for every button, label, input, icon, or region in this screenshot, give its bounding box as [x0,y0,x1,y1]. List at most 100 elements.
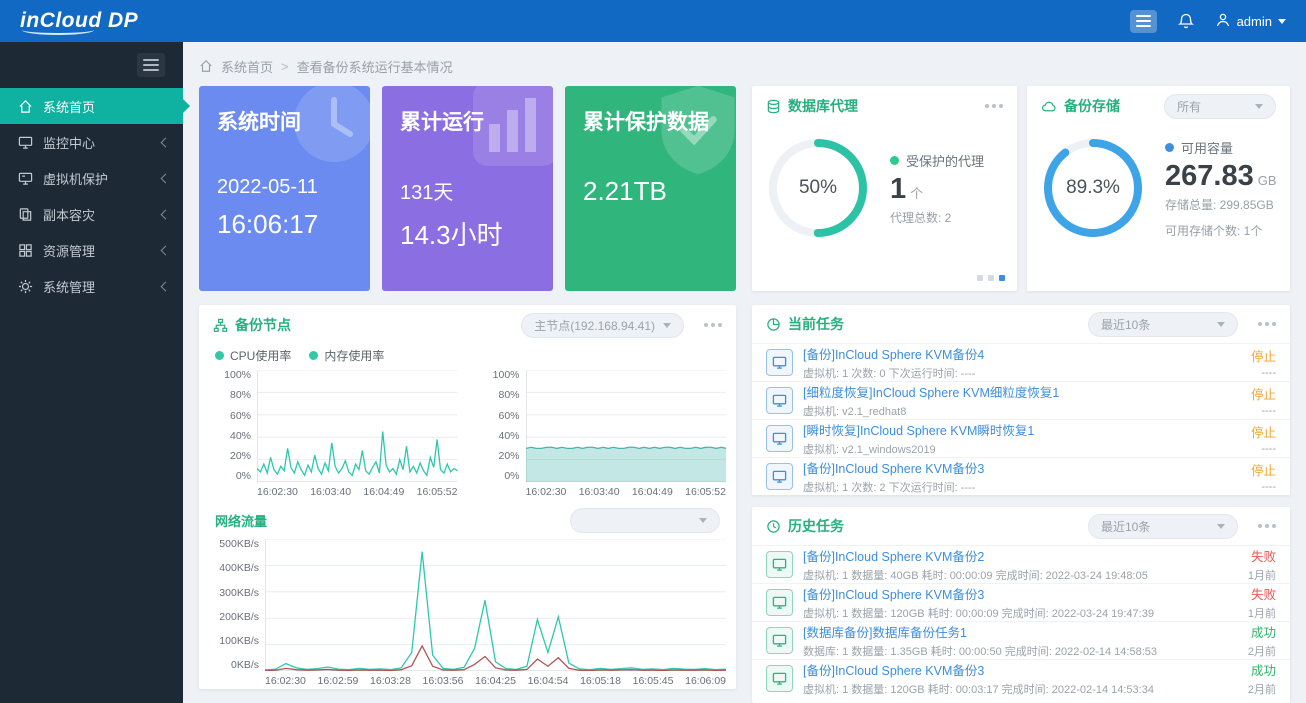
task-status: 成功 [1248,622,1276,641]
vm-monitor-icon [18,171,33,186]
system-clock: 16:06:17 [217,209,352,240]
chevron-down-icon [663,323,671,332]
sidebar-item-replica-dr[interactable]: 副本容灾 [0,196,183,232]
home-icon [199,59,213,73]
cpu-usage-chart: 100%80%60%40%20%0% 16:02:3016:03:4016:04… [199,368,468,498]
uptime-card: 累计运行 131天 14.3小时 [382,86,553,291]
sidebar-collapse-icon[interactable] [137,53,165,77]
task-row[interactable]: [备份]InCloud Sphere KVM备份3 虚拟机: 1 数据量: 12… [752,659,1290,697]
chevron-down-icon [1217,322,1225,331]
breadcrumb-page: 查看备份系统运行基本情况 [297,57,453,76]
task-name-link[interactable]: [备份]InCloud Sphere KVM备份3 [803,458,1243,477]
legend-dot [215,351,224,360]
more-options-icon[interactable] [1258,524,1276,528]
task-status: 失败 [1248,546,1276,565]
history-tasks-filter-select[interactable]: 最近10条 [1088,514,1238,539]
protected-data-size: 2.21TB [583,176,718,207]
breadcrumb: 系统首页 > 查看备份系统运行基本情况 [199,52,1290,80]
current-tasks-filter-select[interactable]: 最近10条 [1088,312,1238,337]
sidebar-item-home[interactable]: 系统首页 [0,88,183,124]
task-detail: 虚拟机: 1 数据量: 120GB 耗时: 00:03:17 完成时间: 202… [803,681,1240,697]
task-status: 成功 [1248,660,1276,679]
agent-donut-chart: 50% [766,136,870,240]
available-capacity: 267.83GB [1165,160,1277,193]
chevron-left-icon [161,173,171,183]
protected-data-card: 累计保护数据 2.21TB [565,86,736,291]
stat-cards: 系统时间 2022-05-11 16:06:17 累计运行 131天 14.3小… [199,86,736,291]
task-status: 失败 [1248,584,1276,603]
vm-task-icon [766,425,793,452]
task-age: 2月前 [1248,643,1276,659]
task-next-run: ---- [1251,367,1276,379]
task-name-link[interactable]: [备份]InCloud Sphere KVM备份3 [803,584,1240,603]
uptime-days: 131天 [400,176,535,205]
db-task-icon [766,627,793,654]
task-age: 1月前 [1248,605,1276,621]
storage-filter-select[interactable]: 所有 [1164,94,1276,119]
task-row[interactable]: [细粒度恢复]InCloud Sphere KVM细粒度恢复1 虚拟机: v2.… [752,381,1290,419]
home-icon [18,99,33,114]
panel-pagination-dots[interactable] [977,275,1005,281]
sidebar-nav: 系统首页 监控中心 虚拟机保护 副本容灾 资源管理 系统管理 [0,88,183,304]
app-logo: inCloud DP [20,9,138,33]
agent-total: 代理总数: 2 [890,209,984,226]
username: admin [1237,14,1272,29]
list-menu-icon[interactable] [1130,10,1157,33]
task-detail: 虚拟机: 1 数据量: 120GB 耗时: 00:00:09 完成时间: 202… [803,605,1240,621]
task-age: 2月前 [1248,681,1276,697]
vm-task-icon [766,551,793,578]
task-row[interactable]: [瞬时恢复]InCloud Sphere KVM瞬时恢复1 虚拟机: v2.1_… [752,419,1290,457]
task-name-link[interactable]: [数据库备份]数据库备份任务1 [803,622,1240,641]
protected-agent-count: 1个 [890,173,984,206]
task-status: 停止 [1251,422,1276,441]
node-select[interactable]: 主节点(192.168.94.41) [521,313,684,338]
notifications-bell-icon[interactable] [1177,12,1195,30]
storage-donut-chart: 89.3% [1041,136,1145,240]
sidebar-item-monitor[interactable]: 监控中心 [0,124,183,160]
task-name-link[interactable]: [细粒度恢复]InCloud Sphere KVM细粒度恢复1 [803,382,1243,401]
legend-dot [890,156,899,165]
legend-dot [309,351,318,360]
gear-icon [18,279,33,294]
task-detail: 虚拟机: 1 次数: 2 下次运行时间: ---- [803,479,1243,495]
more-options-icon[interactable] [985,104,1003,108]
task-row[interactable]: [备份]InCloud Sphere KVM备份4 虚拟机: 1 次数: 0 下… [752,343,1290,381]
task-detail: 虚拟机: 1 次数: 0 下次运行时间: ---- [803,365,1243,381]
legend-dot [1165,143,1174,152]
sidebar-item-settings[interactable]: 系统管理 [0,268,183,304]
task-name-link[interactable]: [备份]InCloud Sphere KVM备份2 [803,546,1240,565]
task-detail: 数据库: 1 数据量: 1.35GB 耗时: 00:00:50 完成时间: 20… [803,643,1240,659]
task-name-link[interactable]: [瞬时恢复]InCloud Sphere KVM瞬时恢复1 [803,420,1243,439]
user-icon [1215,12,1231,31]
task-name-link[interactable]: [备份]InCloud Sphere KVM备份4 [803,344,1243,363]
task-row[interactable]: [备份]InCloud Sphere KVM备份3 虚拟机: 1 次数: 2 下… [752,457,1290,495]
topbar: inCloud DP admin [0,0,1306,42]
panel-title: 备份存储 [1041,96,1120,116]
shield-deco-icon [650,86,736,187]
vm-task-icon [766,589,793,616]
task-name-link[interactable]: [备份]InCloud Sphere KVM备份3 [803,660,1240,679]
task-row[interactable]: [备份]InCloud Sphere KVM备份3 虚拟机: 1 数据量: 12… [752,583,1290,621]
chevron-down-icon [1278,19,1286,28]
task-next-run: ---- [1251,443,1276,455]
sidebar-item-vm-protect[interactable]: 虚拟机保护 [0,160,183,196]
backup-node-panel: 备份节点 主节点(192.168.94.41) CPU使用率 内存使用率 100… [199,305,736,689]
current-tasks-panel: 当前任务 最近10条 [备份]InCloud Sphere KVM备份4 虚拟机… [752,305,1290,495]
grid-icon [18,243,33,258]
more-options-icon[interactable] [1258,322,1276,326]
user-menu[interactable]: admin [1215,12,1286,31]
vm-task-icon [766,387,793,414]
network-traffic-title: 网络流量 [215,511,267,530]
task-row[interactable]: [数据库备份]数据库备份任务1 数据库: 1 数据量: 1.35GB 耗时: 0… [752,621,1290,659]
pie-chart-icon [766,317,781,332]
main-content: 系统首页 > 查看备份系统运行基本情况 系统时间 2022-05-11 16:0… [183,42,1306,703]
network-interface-select[interactable] [570,508,720,533]
task-row[interactable]: [备份]InCloud Sphere KVM备份2 虚拟机: 1 数据量: 40… [752,545,1290,583]
more-options-icon[interactable] [704,323,722,327]
backup-storage-panel: 备份存储 所有 89.3% [1027,86,1290,291]
sidebar-item-resources[interactable]: 资源管理 [0,232,183,268]
breadcrumb-section[interactable]: 系统首页 [221,57,273,76]
task-status: 停止 [1251,460,1276,479]
chevron-down-icon [1217,524,1225,533]
uptime-hours: 14.3小时 [400,215,535,252]
